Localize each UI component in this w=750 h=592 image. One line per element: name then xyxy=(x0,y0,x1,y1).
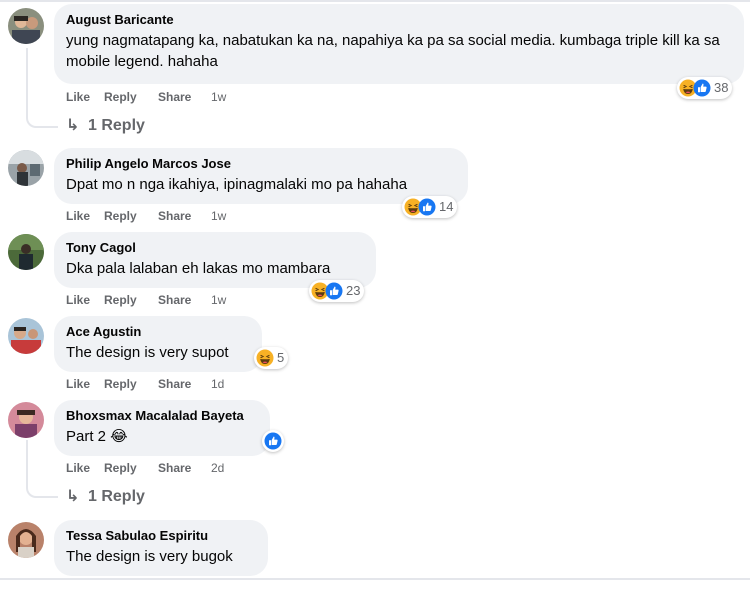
avatar[interactable] xyxy=(8,8,44,44)
comment-bubble: Tessa Sabulao Espiritu The design is ver… xyxy=(54,520,268,576)
reaction-count: 14 xyxy=(439,199,454,214)
bottom-divider xyxy=(0,578,750,580)
reply-button[interactable]: Reply xyxy=(104,208,158,224)
replies-count-label: 1 Reply xyxy=(88,488,145,505)
avatar[interactable] xyxy=(8,150,44,186)
replies-count-label: 1 Reply xyxy=(88,117,145,134)
commenter-name[interactable]: Philip Angelo Marcos Jose xyxy=(66,156,456,172)
like-button[interactable]: Like xyxy=(66,376,104,392)
reaction-count: 23 xyxy=(346,283,361,298)
comment-actions: Like Reply Share 1w xyxy=(66,89,226,105)
commenter-name[interactable]: Tony Cagol xyxy=(66,240,364,256)
comment-actions: Like Reply Share 1w xyxy=(66,208,226,224)
comment-bubble: Ace Agustin The design is very supot xyxy=(54,316,262,372)
share-button[interactable]: Share xyxy=(158,89,211,105)
share-button[interactable]: Share xyxy=(158,208,211,224)
like-button[interactable]: Like xyxy=(66,460,104,476)
reply-arrow-icon: ↳ xyxy=(66,117,80,134)
reply-arrow-icon: ↳ xyxy=(66,488,80,505)
reaction-count: 5 xyxy=(277,350,285,365)
comment-text: Dka pala lalaban eh lakas mo mambara xyxy=(66,260,331,277)
comment-actions: Like Reply Share 2d xyxy=(66,460,224,476)
comment-timestamp[interactable]: 1w xyxy=(211,89,226,105)
top-divider xyxy=(0,0,750,2)
commenter-name[interactable]: Tessa Sabulao Espiritu xyxy=(66,528,256,544)
reaction-summary[interactable]: 5 xyxy=(254,347,289,369)
like-button[interactable]: Like xyxy=(66,292,104,308)
reply-button[interactable]: Reply xyxy=(104,460,158,476)
comment-timestamp[interactable]: 2d xyxy=(211,460,224,476)
comment-text: The design is very supot xyxy=(66,344,229,361)
comment-actions: Like Reply Share 1d xyxy=(66,376,224,392)
comment-timestamp[interactable]: 1w xyxy=(211,292,226,308)
commenter-name[interactable]: Bhoxsmax Macalalad Bayeta xyxy=(66,408,258,424)
reply-thread-line xyxy=(26,440,58,498)
share-button[interactable]: Share xyxy=(158,460,211,476)
reply-button[interactable]: Reply xyxy=(104,376,158,392)
like-button[interactable]: Like xyxy=(66,208,104,224)
comment-bubble: Bhoxsmax Macalalad Bayeta Part 2 😂 xyxy=(54,400,270,456)
comment-bubble: August Baricante yung nagmatapang ka, na… xyxy=(54,4,744,84)
reaction-summary[interactable] xyxy=(262,430,284,452)
comment-text: Part 2 😂 xyxy=(66,428,128,445)
share-button[interactable]: Share xyxy=(158,376,211,392)
avatar[interactable] xyxy=(8,318,44,354)
comment-bubble: Philip Angelo Marcos Jose Dpat mo n nga … xyxy=(54,148,468,204)
reply-button[interactable]: Reply xyxy=(104,292,158,308)
like-button[interactable]: Like xyxy=(66,89,104,105)
comment-text: yung nagmatapang ka, nabatukan ka na, na… xyxy=(66,32,720,70)
like-icon xyxy=(418,198,436,216)
comment-text: The design is very bugok xyxy=(66,548,233,565)
avatar[interactable] xyxy=(8,234,44,270)
comment-timestamp[interactable]: 1w xyxy=(211,208,226,224)
like-icon xyxy=(693,79,711,97)
view-replies-link[interactable]: ↳ 1 Reply xyxy=(66,487,145,507)
like-icon xyxy=(325,282,343,300)
avatar[interactable] xyxy=(8,402,44,438)
reaction-summary[interactable]: 14 xyxy=(402,196,458,218)
share-button[interactable]: Share xyxy=(158,292,211,308)
reaction-summary[interactable]: 38 xyxy=(677,77,733,99)
commenter-name[interactable]: August Baricante xyxy=(66,12,732,28)
haha-icon xyxy=(256,349,274,367)
view-replies-link[interactable]: ↳ 1 Reply xyxy=(66,116,145,136)
avatar[interactable] xyxy=(8,522,44,558)
reaction-summary[interactable]: 23 xyxy=(309,280,365,302)
reaction-count: 38 xyxy=(714,80,729,95)
comment-timestamp[interactable]: 1d xyxy=(211,376,224,392)
reply-button[interactable]: Reply xyxy=(104,89,158,105)
commenter-name[interactable]: Ace Agustin xyxy=(66,324,250,340)
like-icon xyxy=(264,432,282,450)
comment-text: Dpat mo n nga ikahiya, ipinagmalaki mo p… xyxy=(66,176,408,193)
comment-actions: Like Reply Share 1w xyxy=(66,292,226,308)
